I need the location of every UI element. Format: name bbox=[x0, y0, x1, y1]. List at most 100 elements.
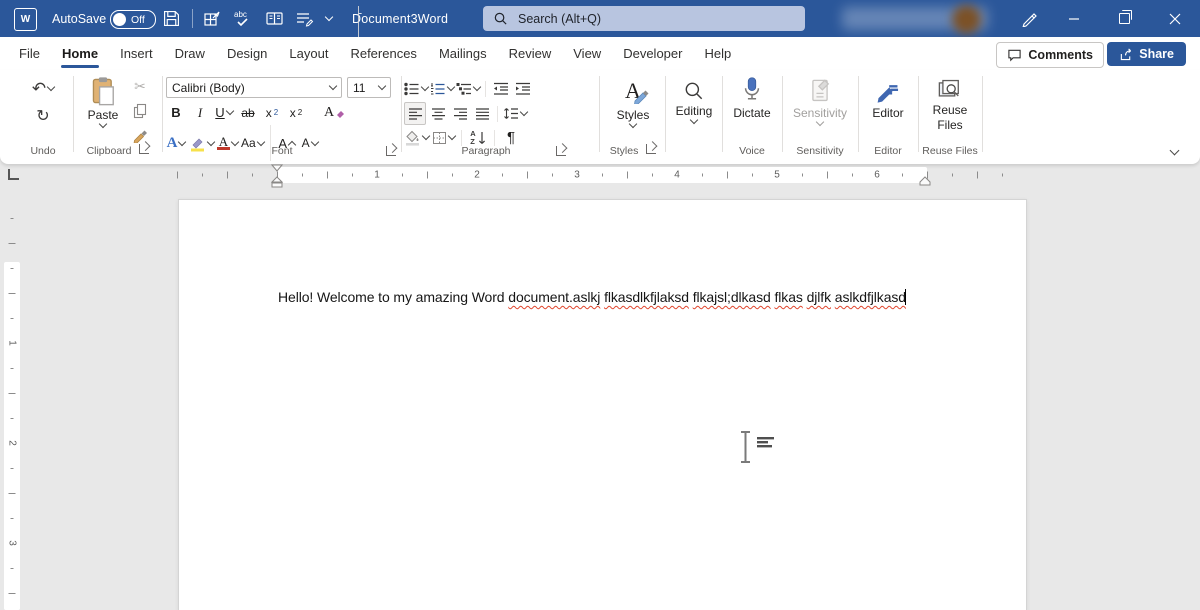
dictate-button[interactable]: Dictate bbox=[724, 74, 780, 120]
search-input[interactable] bbox=[516, 11, 795, 27]
repeat-button[interactable]: ↻ bbox=[33, 105, 53, 126]
qat-read-mode-button[interactable] bbox=[265, 0, 284, 37]
tab-developer[interactable]: Developer bbox=[612, 37, 693, 70]
align-left-button[interactable] bbox=[404, 102, 426, 125]
tab-help[interactable]: Help bbox=[693, 37, 742, 70]
reuse-files-group-label: Reuse Files bbox=[920, 145, 980, 157]
horizontal-ruler[interactable]: 123456 bbox=[160, 167, 1040, 183]
multilevel-list-button[interactable] bbox=[456, 78, 480, 99]
ruler-tick bbox=[202, 174, 203, 177]
qat-customize-chevron[interactable] bbox=[326, 0, 332, 37]
minimize-button[interactable] bbox=[1053, 0, 1095, 37]
line-spacing-button[interactable] bbox=[503, 103, 527, 124]
strikethrough-button[interactable]: ab bbox=[238, 102, 258, 123]
search-box[interactable] bbox=[483, 6, 805, 31]
subscript-button[interactable]: x2 bbox=[262, 102, 282, 123]
ruler-tick: 4 bbox=[674, 169, 680, 180]
copy-button[interactable] bbox=[130, 100, 150, 121]
ruler-tick bbox=[502, 174, 503, 177]
superscript-button[interactable]: x2 bbox=[286, 102, 306, 123]
chevron-down-icon bbox=[447, 83, 455, 91]
draw-table-icon bbox=[203, 10, 221, 28]
align-right-button[interactable] bbox=[450, 103, 470, 124]
tab-stop-selector[interactable] bbox=[8, 169, 19, 180]
ruler-tick bbox=[452, 174, 453, 177]
increase-indent-button[interactable] bbox=[513, 78, 533, 99]
font-size-combobox[interactable]: 11 bbox=[347, 77, 391, 98]
tab-home[interactable]: Home bbox=[51, 37, 109, 70]
decrease-indent-button[interactable] bbox=[491, 78, 511, 99]
qat-divider bbox=[192, 9, 193, 28]
comment-icon bbox=[1007, 48, 1022, 62]
font-dialog-launcher[interactable] bbox=[386, 146, 396, 156]
qat-list-pencil-button[interactable] bbox=[295, 0, 314, 37]
share-button[interactable]: Share bbox=[1107, 42, 1186, 66]
bold-button[interactable]: B bbox=[166, 102, 186, 123]
avatar[interactable] bbox=[952, 5, 981, 34]
document-page[interactable]: Hello! Welcome to my amazing Word docume… bbox=[178, 199, 1027, 610]
align-center-button[interactable] bbox=[428, 103, 448, 124]
word-app-icon[interactable]: W bbox=[14, 8, 37, 31]
multilevel-list-icon bbox=[456, 82, 472, 96]
ruler-tick bbox=[602, 174, 603, 177]
tab-design[interactable]: Design bbox=[216, 37, 278, 70]
autosave-toggle[interactable]: Off bbox=[110, 10, 156, 29]
chevron-down-icon bbox=[325, 13, 333, 21]
misspelled-word: flkas bbox=[775, 289, 803, 305]
tab-view[interactable]: View bbox=[562, 37, 612, 70]
underline-button[interactable]: U bbox=[214, 102, 234, 123]
vertical-ruler[interactable]: 123 bbox=[4, 196, 20, 610]
ruler-tick bbox=[702, 174, 703, 177]
tab-references[interactable]: References bbox=[339, 37, 427, 70]
ruler-tick: 5 bbox=[774, 169, 780, 180]
undo-button[interactable]: ↶ bbox=[32, 78, 54, 99]
bullets-button[interactable] bbox=[404, 78, 428, 99]
align-center-icon bbox=[431, 108, 446, 120]
numbering-button[interactable] bbox=[430, 78, 454, 99]
hanging-indent-marker[interactable] bbox=[271, 176, 283, 188]
reuse-files-button[interactable]: Reuse Files bbox=[920, 74, 980, 132]
chevron-down-icon bbox=[421, 83, 429, 91]
tab-draw[interactable]: Draw bbox=[164, 37, 216, 70]
clear-formatting-button[interactable]: A bbox=[324, 102, 346, 123]
comments-button[interactable]: Comments bbox=[996, 42, 1104, 68]
tab-layout[interactable]: Layout bbox=[278, 37, 339, 70]
close-button[interactable] bbox=[1154, 0, 1196, 37]
italic-button[interactable]: I bbox=[190, 102, 210, 123]
qat-draw-table-button[interactable] bbox=[203, 0, 221, 37]
scissors-icon: ✂ bbox=[134, 78, 146, 95]
styles-group-text: Styles bbox=[610, 145, 639, 157]
right-indent-marker[interactable] bbox=[919, 176, 931, 186]
justify-button[interactable] bbox=[472, 103, 492, 124]
styles-dialog-launcher[interactable] bbox=[646, 144, 656, 154]
first-line-indent-marker[interactable] bbox=[271, 164, 283, 172]
paragraph-dialog-launcher[interactable] bbox=[556, 146, 566, 156]
paste-button[interactable]: Paste bbox=[80, 76, 126, 127]
ruler-tick: 3 bbox=[7, 540, 18, 546]
font-name-combobox[interactable]: Calibri (Body) bbox=[166, 77, 342, 98]
close-icon bbox=[1169, 13, 1181, 25]
cut-button[interactable]: ✂ bbox=[130, 76, 150, 97]
restore-button[interactable] bbox=[1103, 0, 1145, 37]
tab-review[interactable]: Review bbox=[498, 37, 563, 70]
collapse-ribbon-chevron[interactable] bbox=[1170, 146, 1180, 156]
styles-button[interactable]: A Styles bbox=[602, 74, 664, 127]
group-voice: Dictate Voice bbox=[724, 74, 780, 160]
clipboard-dialog-launcher[interactable] bbox=[139, 144, 149, 154]
save-button[interactable] bbox=[163, 0, 180, 37]
book-icon bbox=[265, 10, 284, 27]
ruler-tick bbox=[552, 174, 553, 177]
ribbon-pen-button[interactable] bbox=[1008, 0, 1050, 37]
tab-mailings[interactable]: Mailings bbox=[428, 37, 498, 70]
editing-button[interactable]: Editing bbox=[668, 74, 720, 123]
paste-icon bbox=[90, 76, 116, 106]
document-text-line[interactable]: Hello! Welcome to my amazing Word docume… bbox=[278, 289, 906, 305]
sensitivity-button[interactable]: Sensitivity bbox=[784, 74, 856, 125]
tab-file[interactable]: File bbox=[8, 37, 51, 70]
editor-button[interactable]: Editor bbox=[860, 74, 916, 120]
tab-insert[interactable]: Insert bbox=[109, 37, 164, 70]
qat-spelling-button[interactable]: abc bbox=[233, 0, 253, 37]
ruler-tick bbox=[627, 172, 628, 179]
ruler-tick bbox=[11, 568, 14, 569]
ruler-tick: 2 bbox=[7, 440, 18, 446]
